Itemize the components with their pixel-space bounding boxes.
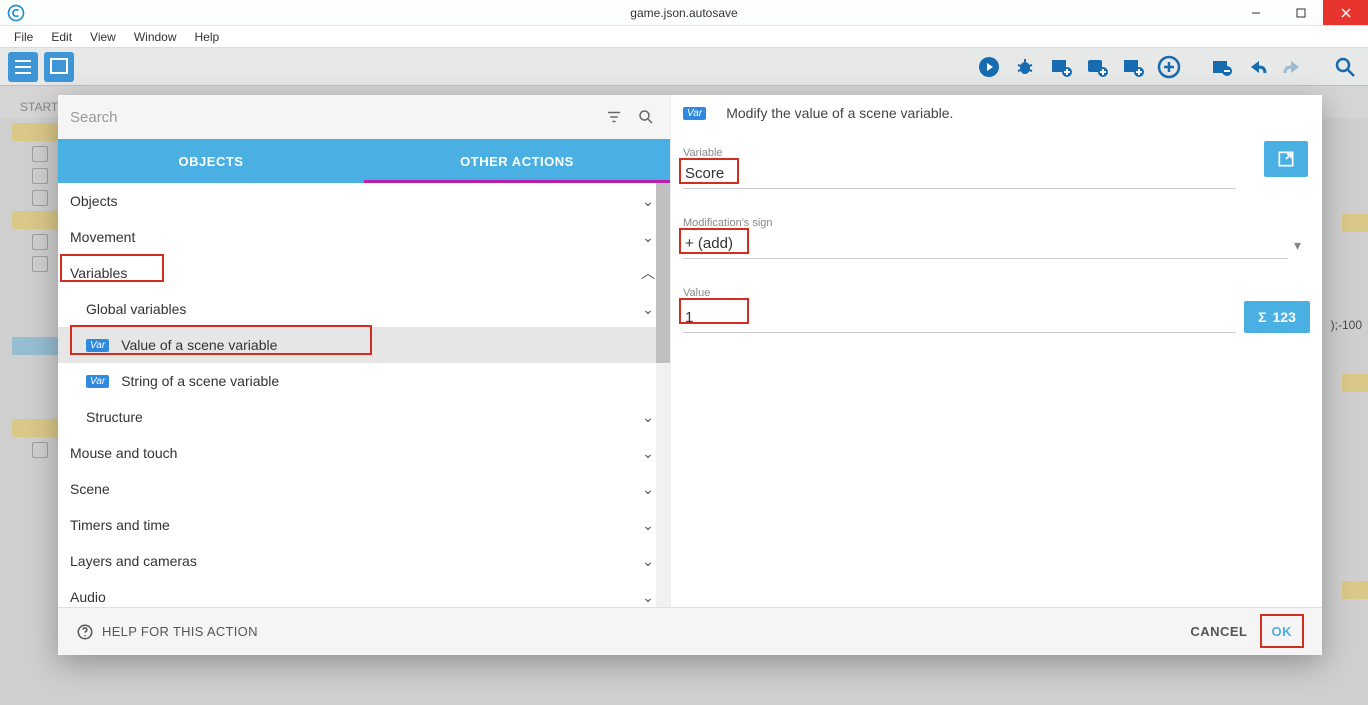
- toolbar-add-layer-icon[interactable]: [1118, 52, 1148, 82]
- tree-variables[interactable]: Variables︿: [58, 255, 670, 291]
- window-close-button[interactable]: [1323, 0, 1368, 25]
- tree-string-scene-variable[interactable]: VarString of a scene variable: [58, 363, 670, 399]
- help-icon: [76, 623, 94, 641]
- ok-button[interactable]: OK: [1260, 618, 1305, 645]
- menu-help[interactable]: Help: [187, 28, 228, 46]
- window-minimize-button[interactable]: [1233, 0, 1278, 25]
- window-titlebar: game.json.autosave: [0, 0, 1368, 26]
- toolbar-delete-icon[interactable]: [1206, 52, 1236, 82]
- action-dialog: OBJECTS OTHER ACTIONS Objects⌄ Movement⌄…: [58, 95, 1322, 655]
- toolbar-add-scene-icon[interactable]: [1046, 52, 1076, 82]
- menu-bar: File Edit View Window Help: [0, 26, 1368, 48]
- window-controls: [1233, 0, 1368, 25]
- filter-icon[interactable]: [602, 105, 626, 129]
- tree-structure[interactable]: Structure⌄: [58, 399, 670, 435]
- tree-scene[interactable]: Scene⌄: [58, 471, 670, 507]
- chevron-down-icon: ⌄: [638, 479, 658, 499]
- search-input[interactable]: [70, 109, 594, 126]
- chevron-down-icon: ⌄: [638, 227, 658, 247]
- menu-edit[interactable]: Edit: [43, 28, 80, 46]
- toolbar-scene-icon[interactable]: [44, 52, 74, 82]
- variable-label: Variable: [683, 147, 1310, 159]
- app-icon: [6, 3, 26, 23]
- toolbar-search-icon[interactable]: [1330, 52, 1360, 82]
- action-description: Modify the value of a scene variable.: [726, 105, 953, 121]
- tree-scrollbar-thumb[interactable]: [656, 183, 670, 363]
- dialog-left-panel: OBJECTS OTHER ACTIONS Objects⌄ Movement⌄…: [58, 95, 670, 607]
- help-for-action-link[interactable]: HELP FOR THIS ACTION: [76, 623, 258, 641]
- window-maximize-button[interactable]: [1278, 0, 1323, 25]
- action-tree[interactable]: Objects⌄ Movement⌄ Variables︿ Global var…: [58, 183, 670, 607]
- toolbar-undo-icon[interactable]: [1242, 52, 1272, 82]
- toolbar-add-object-icon[interactable]: [1082, 52, 1112, 82]
- chevron-down-icon: ⌄: [638, 407, 658, 427]
- toolbar-event-sheet-icon[interactable]: [8, 52, 38, 82]
- chevron-down-icon: ⌄: [638, 587, 658, 607]
- dialog-footer: HELP FOR THIS ACTION CANCEL OK: [58, 607, 1322, 655]
- tree-layers[interactable]: Layers and cameras⌄: [58, 543, 670, 579]
- toolbar-add-event-icon[interactable]: [1154, 52, 1184, 82]
- tree-value-scene-variable[interactable]: VarValue of a scene variable: [58, 327, 670, 363]
- expression-button[interactable]: Σ 123: [1244, 301, 1310, 333]
- chevron-down-icon: ⌄: [638, 515, 658, 535]
- chevron-down-icon: ⌄: [638, 551, 658, 571]
- toolbar-play-icon[interactable]: [974, 52, 1004, 82]
- tree-objects[interactable]: Objects⌄: [58, 183, 670, 219]
- var-badge-icon: Var: [86, 339, 109, 352]
- window-title: game.json.autosave: [630, 6, 737, 20]
- chevron-down-icon: ⌄: [638, 443, 658, 463]
- toolbar-debug-icon[interactable]: [1010, 52, 1040, 82]
- tree-movement[interactable]: Movement⌄: [58, 219, 670, 255]
- cancel-button[interactable]: CANCEL: [1178, 618, 1259, 645]
- tab-other-actions[interactable]: OTHER ACTIONS: [364, 139, 670, 183]
- sign-label: Modification's sign: [683, 217, 1310, 229]
- menu-file[interactable]: File: [6, 28, 41, 46]
- chevron-down-icon[interactable]: ▾: [1294, 237, 1301, 254]
- value-input[interactable]: [683, 305, 1236, 333]
- value-label: Value: [683, 287, 1310, 299]
- tree-audio[interactable]: Audio⌄: [58, 579, 670, 607]
- sign-select[interactable]: [683, 231, 1288, 259]
- main-toolbar: [0, 48, 1368, 86]
- var-badge-icon: Var: [86, 375, 109, 388]
- var-badge-icon: Var: [683, 107, 706, 120]
- toolbar-redo-icon[interactable]: [1278, 52, 1308, 82]
- dialog-tabs: OBJECTS OTHER ACTIONS: [58, 139, 670, 183]
- tree-mouse-touch[interactable]: Mouse and touch⌄: [58, 435, 670, 471]
- tree-timers[interactable]: Timers and time⌄: [58, 507, 670, 543]
- search-icon[interactable]: [634, 105, 658, 129]
- action-header: Var Modify the value of a scene variable…: [683, 105, 1310, 121]
- sigma-icon: Σ: [1258, 309, 1266, 325]
- menu-view[interactable]: View: [82, 28, 124, 46]
- dialog-right-panel: Var Modify the value of a scene variable…: [670, 95, 1322, 607]
- chevron-down-icon: ⌄: [638, 191, 658, 211]
- chevron-up-icon: ︿: [638, 263, 658, 283]
- bg-action-snippet: );-100: [1331, 318, 1362, 332]
- chevron-down-icon: ⌄: [638, 299, 658, 319]
- tree-global-variables[interactable]: Global variables⌄: [58, 291, 670, 327]
- search-row: [58, 95, 670, 139]
- tab-objects[interactable]: OBJECTS: [58, 139, 364, 183]
- menu-window[interactable]: Window: [126, 28, 185, 46]
- variable-input[interactable]: [683, 161, 1236, 189]
